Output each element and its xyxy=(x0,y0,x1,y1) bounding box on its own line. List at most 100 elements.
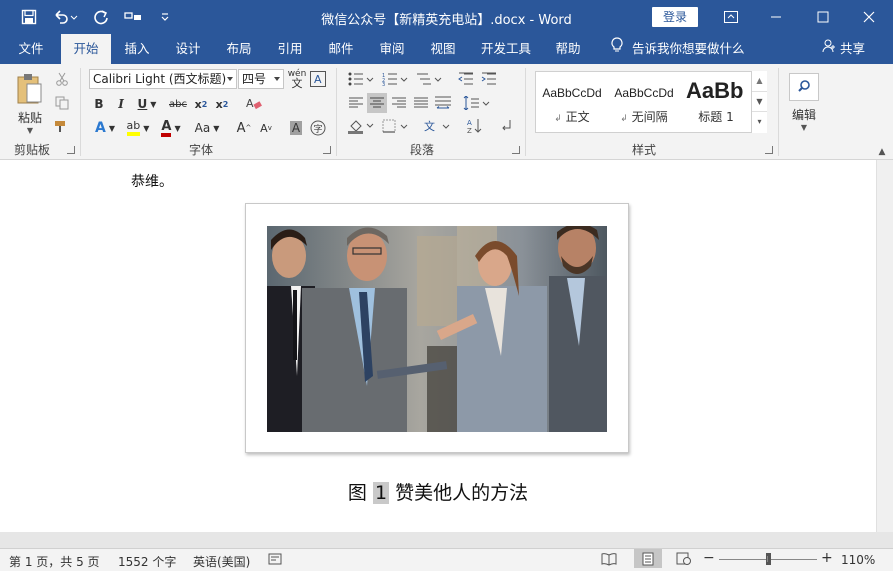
vertical-scrollbar[interactable] xyxy=(876,160,893,532)
tab-developer[interactable]: 开发工具 xyxy=(474,34,538,64)
business-people-photo[interactable] xyxy=(267,226,607,432)
bold-icon[interactable]: B xyxy=(90,94,108,114)
strikethrough-icon[interactable]: abc xyxy=(167,94,189,114)
clear-formatting-icon[interactable]: A xyxy=(245,94,263,114)
tab-insert[interactable]: 插入 xyxy=(115,34,159,64)
tab-mailings[interactable]: 邮件 xyxy=(319,34,363,64)
text-effects-icon[interactable]: A ▼ xyxy=(90,118,120,138)
scroll-up-icon[interactable]: ▲ xyxy=(752,71,767,91)
minimize-icon[interactable] xyxy=(754,0,798,34)
sort-icon[interactable]: AZ xyxy=(465,116,485,136)
tab-references[interactable]: 引用 xyxy=(268,34,312,64)
group-divider xyxy=(80,68,81,156)
collapse-ribbon-icon[interactable]: ▲ xyxy=(875,142,889,162)
save-icon[interactable] xyxy=(18,6,40,28)
character-border-icon[interactable]: A xyxy=(309,69,327,89)
gallery-more-icon[interactable]: ▾ xyxy=(752,111,767,131)
group-divider xyxy=(336,68,337,156)
scroll-down-icon[interactable]: ▼ xyxy=(752,91,767,111)
touch-mode-icon[interactable] xyxy=(122,6,144,28)
tell-me-box[interactable]: 告诉我你想要做什么 xyxy=(610,34,745,64)
close-icon[interactable] xyxy=(847,0,891,34)
bullets-icon[interactable] xyxy=(346,69,376,89)
font-name-value: Calibri Light (西文标题) xyxy=(93,72,227,86)
decrease-indent-icon[interactable] xyxy=(456,69,476,89)
language-indicator[interactable]: 英语(美国) xyxy=(193,553,250,570)
justify-icon[interactable] xyxy=(411,93,431,113)
tab-design[interactable]: 设计 xyxy=(166,34,210,64)
zoom-in-icon[interactable]: + xyxy=(821,550,833,566)
maximize-icon[interactable] xyxy=(801,0,845,34)
borders-icon[interactable] xyxy=(380,116,410,136)
cut-icon[interactable] xyxy=(53,69,71,89)
status-bar: 第 1 页，共 5 页 1552 个字 英语(美国) − + 110% xyxy=(0,548,893,571)
read-mode-icon[interactable] xyxy=(601,552,617,569)
change-case-icon[interactable]: Aa ▼ xyxy=(190,118,224,138)
superscript-icon[interactable]: x2 xyxy=(213,94,231,114)
font-name-select[interactable]: Calibri Light (西文标题) xyxy=(89,69,237,89)
ribbon-display-options-icon[interactable] xyxy=(709,0,753,34)
italic-icon[interactable]: I xyxy=(112,94,130,114)
chinese-layout-icon[interactable]: 文 xyxy=(422,116,452,136)
login-button[interactable]: 登录 xyxy=(652,7,698,27)
page-count[interactable]: 第 1 页，共 5 页 xyxy=(9,553,100,570)
zoom-100-tick xyxy=(767,556,768,562)
print-layout-icon[interactable] xyxy=(634,549,662,568)
clipboard-launcher-icon[interactable] xyxy=(67,146,75,154)
paragraph-launcher-icon[interactable] xyxy=(512,146,520,154)
shrink-font-icon[interactable]: Av xyxy=(257,118,275,138)
tab-layout[interactable]: 布局 xyxy=(217,34,261,64)
tab-review[interactable]: 审阅 xyxy=(370,34,414,64)
styles-gallery-scroll[interactable]: ▲ ▼ ▾ xyxy=(751,71,767,133)
font-group-label: 字体 xyxy=(189,143,214,157)
style-no-spacing[interactable]: AaBbCcDd ↲ 无间隔 xyxy=(608,72,680,132)
copy-icon[interactable] xyxy=(53,93,71,113)
zoom-out-icon[interactable]: − xyxy=(703,550,715,566)
web-layout-icon[interactable] xyxy=(676,552,692,569)
caption-number[interactable]: 1 xyxy=(372,482,390,504)
tab-home[interactable]: 开始 xyxy=(61,34,111,64)
tab-file[interactable]: 文件 xyxy=(8,34,54,64)
numbering-icon[interactable]: 123 xyxy=(380,69,410,89)
align-center-icon[interactable] xyxy=(367,93,387,113)
highlight-color-icon[interactable]: ab ▼ xyxy=(123,118,153,138)
style-name: 标题 1 xyxy=(698,110,734,124)
figure-caption[interactable]: 图 1 赞美他人的方法 xyxy=(0,478,876,505)
word-count[interactable]: 1552 个字 xyxy=(118,553,176,570)
underline-icon[interactable]: U ▼ xyxy=(134,94,160,114)
tab-view[interactable]: 视图 xyxy=(421,34,465,64)
styles-launcher-icon[interactable] xyxy=(765,146,773,154)
paragraph-text[interactable]: 恭维。 xyxy=(131,171,173,191)
redo-icon[interactable] xyxy=(90,6,112,28)
distributed-icon[interactable] xyxy=(433,93,453,113)
enclose-characters-icon[interactable]: 字 xyxy=(309,118,327,138)
format-painter-icon[interactable] xyxy=(53,116,71,136)
line-spacing-icon[interactable] xyxy=(460,93,492,113)
phonetic-guide-button[interactable]: wén 文 xyxy=(287,67,307,91)
subscript-icon[interactable]: x2 xyxy=(192,94,210,114)
paste-button[interactable]: 粘贴 ▼ xyxy=(12,70,48,136)
shading-icon[interactable] xyxy=(346,116,376,136)
style-sample: AaBb xyxy=(686,78,744,103)
style-heading-1[interactable]: AaBb 标题 1 xyxy=(680,72,752,132)
macro-recording-icon[interactable] xyxy=(268,552,282,569)
style-normal[interactable]: AaBbCcDd ↲ 正文 xyxy=(536,72,608,132)
align-left-icon[interactable] xyxy=(346,93,366,113)
editing-button[interactable]: 编辑 ▼ xyxy=(786,69,822,135)
customize-icon[interactable] xyxy=(154,6,176,28)
tab-help[interactable]: 帮助 xyxy=(546,34,590,64)
show-marks-icon[interactable] xyxy=(497,116,517,136)
chevron-down-icon: ▼ xyxy=(800,122,808,132)
font-launcher-icon[interactable] xyxy=(323,146,331,154)
increase-indent-icon[interactable] xyxy=(479,69,499,89)
share-button[interactable]: 共享 xyxy=(822,34,865,64)
multilevel-list-icon[interactable] xyxy=(414,69,444,89)
font-size-select[interactable]: 四号 xyxy=(238,69,284,89)
undo-icon[interactable] xyxy=(50,6,80,28)
clipboard-icon xyxy=(15,72,45,109)
font-color-icon[interactable]: A ▼ xyxy=(156,118,186,138)
align-right-icon[interactable] xyxy=(389,93,409,113)
grow-font-icon[interactable]: A ^ xyxy=(235,118,253,138)
zoom-level[interactable]: 110% xyxy=(841,553,875,567)
character-shading-icon[interactable]: A xyxy=(287,118,305,138)
